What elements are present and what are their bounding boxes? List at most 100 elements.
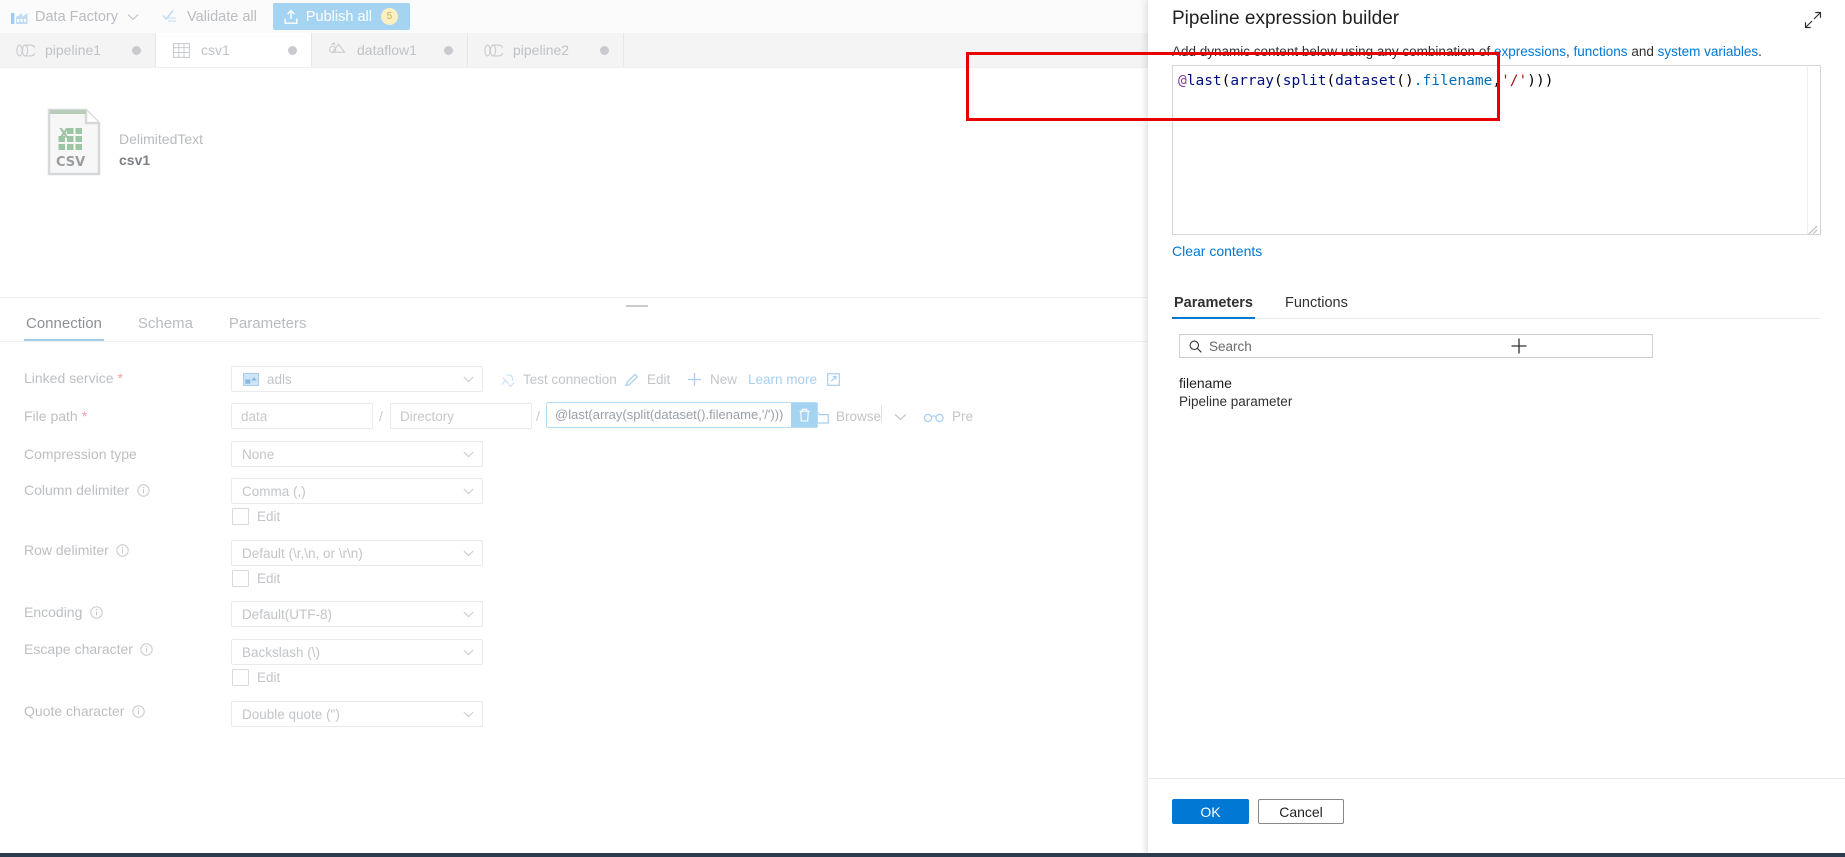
browse-button[interactable]: Browse (812, 408, 881, 425)
tab-label: csv1 (201, 42, 230, 58)
factory-icon (10, 8, 28, 26)
file-path-separator-2: / (536, 408, 540, 424)
checkmark-list-icon (162, 8, 180, 26)
file-path-container-input[interactable]: data (231, 403, 373, 429)
tab-unsaved-dot (132, 45, 141, 55)
tab-label: pipeline2 (513, 42, 570, 58)
learn-more-link[interactable]: Learn more (748, 371, 842, 388)
clear-contents-link[interactable]: Clear contents (1172, 243, 1262, 259)
edit-linked-service-button[interactable]: Edit (623, 371, 670, 388)
escape-character-edit-checkbox[interactable]: Edit (232, 669, 280, 686)
bottom-status-bar (0, 853, 1845, 857)
tab-label: pipeline1 (45, 42, 102, 58)
checkbox-label: Edit (257, 670, 281, 685)
file-path-directory-input[interactable]: Directory (390, 403, 532, 429)
expression-token: dataset (1335, 73, 1397, 89)
file-path-directory-placeholder: Directory (400, 408, 455, 424)
info-icon[interactable] (131, 704, 145, 718)
chevron-down-icon (460, 371, 476, 387)
chevron-down-icon (460, 606, 476, 622)
system-variables-link[interactable]: system variables (1658, 44, 1759, 59)
tab-schema[interactable]: Schema (136, 315, 195, 341)
column-delimiter-dropdown[interactable]: Comma (,) (231, 478, 483, 504)
column-delimiter-edit-checkbox[interactable]: Edit (232, 508, 280, 525)
info-icon[interactable] (140, 642, 154, 656)
brand-button[interactable]: Data Factory (10, 3, 162, 30)
subtitle-text-post: . (1758, 44, 1762, 59)
brand-label: Data Factory (35, 8, 118, 25)
checkbox-box (232, 570, 249, 587)
publish-all-button[interactable]: Publish all 5 (272, 3, 410, 30)
row-delimiter-edit-checkbox[interactable]: Edit (232, 570, 280, 587)
test-connection-label: Test connection (523, 372, 617, 387)
escape-character-dropdown[interactable]: Backslash (\) (231, 639, 483, 665)
checkbox-label: Edit (257, 509, 281, 524)
glasses-preview-icon (923, 408, 945, 425)
linked-service-label: Linked service * (24, 370, 123, 386)
column-delimiter-label: Column delimiter (24, 482, 150, 498)
tab-pipeline2[interactable]: pipeline2 (468, 33, 624, 67)
tab-unsaved-dot (600, 45, 609, 55)
chevron-down-icon[interactable] (122, 13, 144, 21)
expression-token: () (1396, 73, 1414, 89)
document-tab-strip: pipeline1 csv1 dataflow1 pipeline2 (0, 33, 1148, 68)
tab-pipeline1[interactable]: pipeline1 (0, 33, 156, 67)
compression-type-dropdown[interactable]: None (231, 441, 483, 467)
checkbox-box (232, 669, 249, 686)
list-item[interactable]: filename Pipeline parameter (1179, 374, 1809, 411)
expression-token: ))) (1527, 73, 1554, 89)
test-connection-button[interactable]: Test connection (499, 371, 617, 388)
pipeline-expression-builder-panel: Pipeline expression builder Add dynamic … (1148, 0, 1845, 857)
file-path-label: File path * (24, 408, 88, 424)
functions-link[interactable]: functions (1574, 44, 1628, 59)
expression-token: ( (1326, 73, 1336, 89)
chevron-down-icon (460, 644, 476, 660)
info-icon[interactable] (116, 543, 130, 557)
encoding-value: Default(UTF-8) (242, 606, 333, 622)
info-icon[interactable] (136, 483, 150, 497)
preview-label: Pre (952, 409, 974, 424)
ok-button[interactable]: OK (1172, 799, 1249, 824)
trash-icon[interactable] (791, 403, 818, 427)
add-parameter-button[interactable] (1509, 336, 1529, 356)
csv-file-icon: X CSV (46, 107, 102, 177)
quote-character-value: Double quote (") (242, 706, 340, 722)
dataset-type-label: DelimitedText (119, 131, 204, 147)
quote-character-label: Quote character (24, 703, 145, 719)
tab-parameters[interactable]: Parameters (1172, 295, 1255, 319)
expression-textarea[interactable]: @last(array(split(dataset().filename,'/'… (1172, 65, 1821, 235)
panel-footer: OK Cancel (1148, 778, 1845, 857)
builder-tab-bar: Parameters Functions (1172, 288, 1821, 319)
tab-dataflow1[interactable]: dataflow1 (312, 33, 468, 67)
quote-character-dropdown[interactable]: Double quote (") (231, 701, 483, 727)
tab-parameters[interactable]: Parameters (227, 315, 309, 341)
panel-title: Pipeline expression builder (1172, 8, 1400, 29)
search-input[interactable]: Search (1179, 334, 1653, 358)
row-delimiter-dropdown[interactable]: Default (\r,\n, or \r\n) (231, 540, 483, 566)
row-delimiter-label: Row delimiter (24, 542, 130, 558)
dataflow-icon (328, 41, 347, 60)
learn-more-label: Learn more (748, 372, 818, 387)
encoding-dropdown[interactable]: Default(UTF-8) (231, 601, 483, 627)
checkbox-box (232, 508, 249, 525)
pipeline-icon (484, 41, 503, 60)
tab-connection[interactable]: Connection (24, 315, 104, 341)
external-link-icon (825, 371, 842, 388)
expression-token: .filename (1413, 73, 1493, 89)
publish-all-label: Publish all (305, 8, 372, 25)
info-icon[interactable] (89, 605, 103, 619)
validate-all-button[interactable]: Validate all (162, 3, 257, 30)
linked-service-dropdown[interactable]: adls (231, 366, 483, 392)
resize-grip-icon[interactable] (1808, 222, 1818, 235)
expressions-link[interactable]: expressions (1494, 44, 1566, 59)
preview-data-button[interactable]: Pre (923, 408, 973, 425)
new-linked-service-button[interactable]: New (686, 371, 737, 388)
tab-functions[interactable]: Functions (1283, 295, 1350, 318)
browse-dropdown-chevron[interactable] (892, 408, 909, 425)
file-path-expression-field[interactable]: @last(array(split(dataset().filename,'/'… (546, 402, 819, 428)
expand-diagonal-icon[interactable] (1803, 10, 1823, 30)
expression-token: @ (1178, 73, 1187, 89)
expression-scrollbar[interactable] (1807, 67, 1819, 234)
cancel-button[interactable]: Cancel (1258, 799, 1344, 824)
tab-csv1[interactable]: csv1 (156, 33, 312, 67)
